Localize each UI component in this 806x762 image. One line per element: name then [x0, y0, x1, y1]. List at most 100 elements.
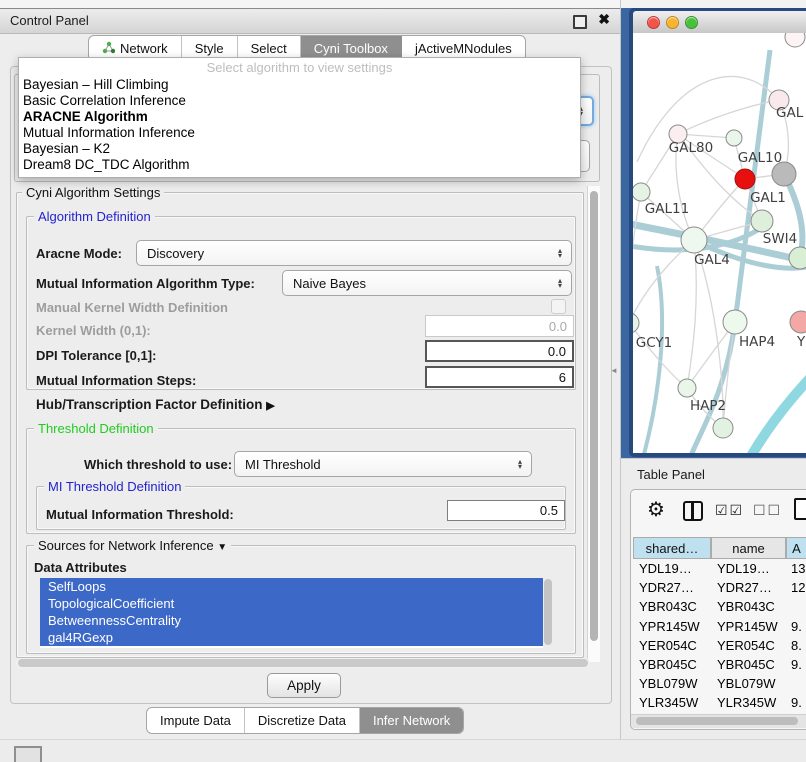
collapse-panel-icon[interactable]: ◄	[610, 366, 618, 375]
network-window[interactable]: GALGAL80GAL10GAL1GAL11SWI4GAL4GCY1HAP4YH…	[629, 8, 806, 457]
aracne-mode-combo[interactable]: Discovery ▴▾	[136, 240, 572, 266]
attribute-item[interactable]: SelfLoops	[40, 578, 554, 595]
network-node[interactable]	[633, 183, 650, 201]
network-window-titlebar[interactable]	[633, 11, 806, 34]
dropdown-item[interactable]: Dream8 DC_TDC Algorithm	[19, 157, 580, 173]
node-label: Y	[796, 334, 806, 350]
table-row[interactable]: YDR27…YDR27…12	[631, 579, 806, 598]
attribute-item[interactable]: gal4RGexp	[40, 629, 554, 646]
manual-kernel-checkbox[interactable]	[551, 299, 566, 314]
data-attributes-list[interactable]: SelfLoopsTopologicalCoefficientBetweenne…	[40, 578, 554, 648]
table-cell: YPR145W	[639, 619, 700, 634]
table-cell: 9.	[791, 695, 802, 710]
mi-threshold-field[interactable]: 0.5	[447, 500, 565, 521]
float-panel-icon[interactable]	[573, 15, 587, 29]
hub-definition-toggle[interactable]: Hub/Transcription Factor Definition ▶	[36, 397, 275, 412]
settings-vertical-scrollbar[interactable]	[587, 186, 600, 662]
network-node[interactable]	[789, 247, 806, 269]
column-header-2[interactable]: name	[711, 537, 786, 559]
network-node[interactable]	[751, 210, 773, 232]
close-window-icon[interactable]	[647, 16, 660, 29]
table-row[interactable]: YPR145WYPR145W9.	[631, 618, 806, 637]
collapsed-arrow-icon: ▶	[266, 400, 274, 412]
function-builder-icon[interactable]	[794, 498, 806, 520]
node-label: GAL4	[694, 252, 730, 268]
kernel-width-field[interactable]: 0.0	[425, 315, 574, 337]
select-all-icon[interactable]: ☑☑	[715, 502, 744, 519]
minimize-window-icon[interactable]	[666, 16, 679, 29]
mi-type-label: Mutual Information Algorithm Type:	[36, 276, 255, 291]
column-header-1[interactable]: shared…	[633, 537, 711, 559]
network-node[interactable]	[723, 310, 747, 334]
network-node[interactable]	[726, 130, 742, 146]
network-node[interactable]	[633, 313, 639, 333]
scrollbar-thumb[interactable]	[544, 579, 552, 645]
network-node[interactable]	[785, 33, 805, 47]
network-node[interactable]	[735, 169, 755, 189]
sources-toggle[interactable]: Sources for Network Inference ▼	[34, 538, 231, 553]
network-node[interactable]	[713, 418, 733, 438]
table-panel: ⚙ ☑☑ ☐☐ shared…nameA YDL19…YDL19…13YDR27…	[630, 489, 806, 730]
table-cell: 9.	[791, 619, 802, 634]
mi-type-combo[interactable]: Naive Bayes ▴▾	[282, 270, 572, 296]
dropdown-item[interactable]: Mutual Information Inference	[19, 125, 580, 141]
close-panel-icon[interactable]: ✖	[598, 11, 610, 28]
mi-steps-field[interactable]: 6	[425, 366, 574, 388]
table-row[interactable]: YDL19…YDL19…13	[631, 560, 806, 579]
attribute-item[interactable]: BetweennessCentrality	[40, 612, 554, 629]
table-row[interactable]: YER054CYER054C8.	[631, 637, 806, 656]
which-threshold-combo[interactable]: MI Threshold ▴▾	[234, 451, 532, 477]
tab-impute-data[interactable]: Impute Data	[147, 708, 245, 733]
tab-label: jActiveMNodules	[415, 41, 512, 56]
network-node[interactable]	[790, 311, 806, 333]
deselect-all-icon[interactable]: ☐☐	[753, 502, 782, 519]
table-cell: YDR27…	[639, 580, 694, 595]
network-node[interactable]	[681, 227, 707, 253]
dpi-tolerance-field[interactable]: 0.0	[425, 340, 574, 362]
column-view-icon[interactable]	[683, 501, 703, 521]
mi-threshold-title: MI Threshold Definition	[44, 479, 185, 494]
table-cell: YBR043C	[639, 599, 697, 614]
minimized-panel-icon[interactable]	[14, 746, 42, 762]
table-horizontal-scrollbar[interactable]	[631, 714, 806, 728]
zoom-window-icon[interactable]	[685, 16, 698, 29]
settings-horizontal-scrollbar[interactable]	[16, 658, 590, 668]
table-cell: YBR045C	[717, 657, 775, 672]
table-row[interactable]: YBR043CYBR043C	[631, 598, 806, 617]
table-row[interactable]: YBR045CYBR045C9.	[631, 656, 806, 675]
node-label: HAP4	[739, 334, 775, 350]
attributes-scrollbar[interactable]	[543, 578, 554, 648]
network-canvas[interactable]: GALGAL80GAL10GAL1GAL11SWI4GAL4GCY1HAP4YH…	[633, 33, 806, 453]
scrollbar-thumb[interactable]	[590, 191, 598, 641]
attribute-item[interactable]: TopologicalCoefficient	[40, 595, 554, 612]
node-label: GAL	[776, 105, 804, 121]
scrollbar-thumb[interactable]	[636, 717, 798, 725]
dropdown-item[interactable]: Bayesian – K2	[19, 141, 580, 157]
tab-infer-network[interactable]: Infer Network	[360, 708, 463, 733]
apply-button[interactable]: Apply	[267, 673, 341, 698]
network-icon	[102, 41, 115, 57]
tab-discretize-data[interactable]: Discretize Data	[245, 708, 360, 733]
which-threshold-label: Which threshold to use:	[84, 457, 232, 472]
dropdown-item[interactable]: Bayesian – Hill Climbing	[19, 77, 580, 93]
network-node[interactable]	[678, 379, 696, 397]
scrollbar-thumb[interactable]	[18, 659, 588, 667]
table-cell: 9.	[791, 657, 802, 672]
table-row[interactable]: YLR345WYLR345W9.	[631, 694, 806, 713]
table-cell: 13	[791, 561, 805, 576]
divider	[0, 739, 806, 740]
table-cell: YER054C	[717, 638, 775, 653]
table-cell: 8.	[791, 638, 802, 653]
stepper-icon: ▴▾	[553, 248, 571, 258]
node-label: HAP2	[690, 398, 726, 414]
dropdown-item[interactable]: Basic Correlation Inference	[19, 93, 580, 109]
dropdown-item[interactable]: ARACNE Algorithm	[19, 109, 580, 125]
table-cell: YDR27…	[717, 580, 772, 595]
table-panel-title: Table Panel	[637, 467, 705, 482]
column-header-3[interactable]: A	[786, 537, 806, 559]
gear-icon[interactable]: ⚙	[647, 497, 665, 522]
network-edge[interactable]	[750, 378, 806, 453]
algorithm-dropdown-list: Select algorithm to view settings Bayesi…	[18, 57, 581, 178]
desktop-top-strip	[621, 0, 806, 8]
table-row[interactable]: YBL079WYBL079W	[631, 675, 806, 694]
